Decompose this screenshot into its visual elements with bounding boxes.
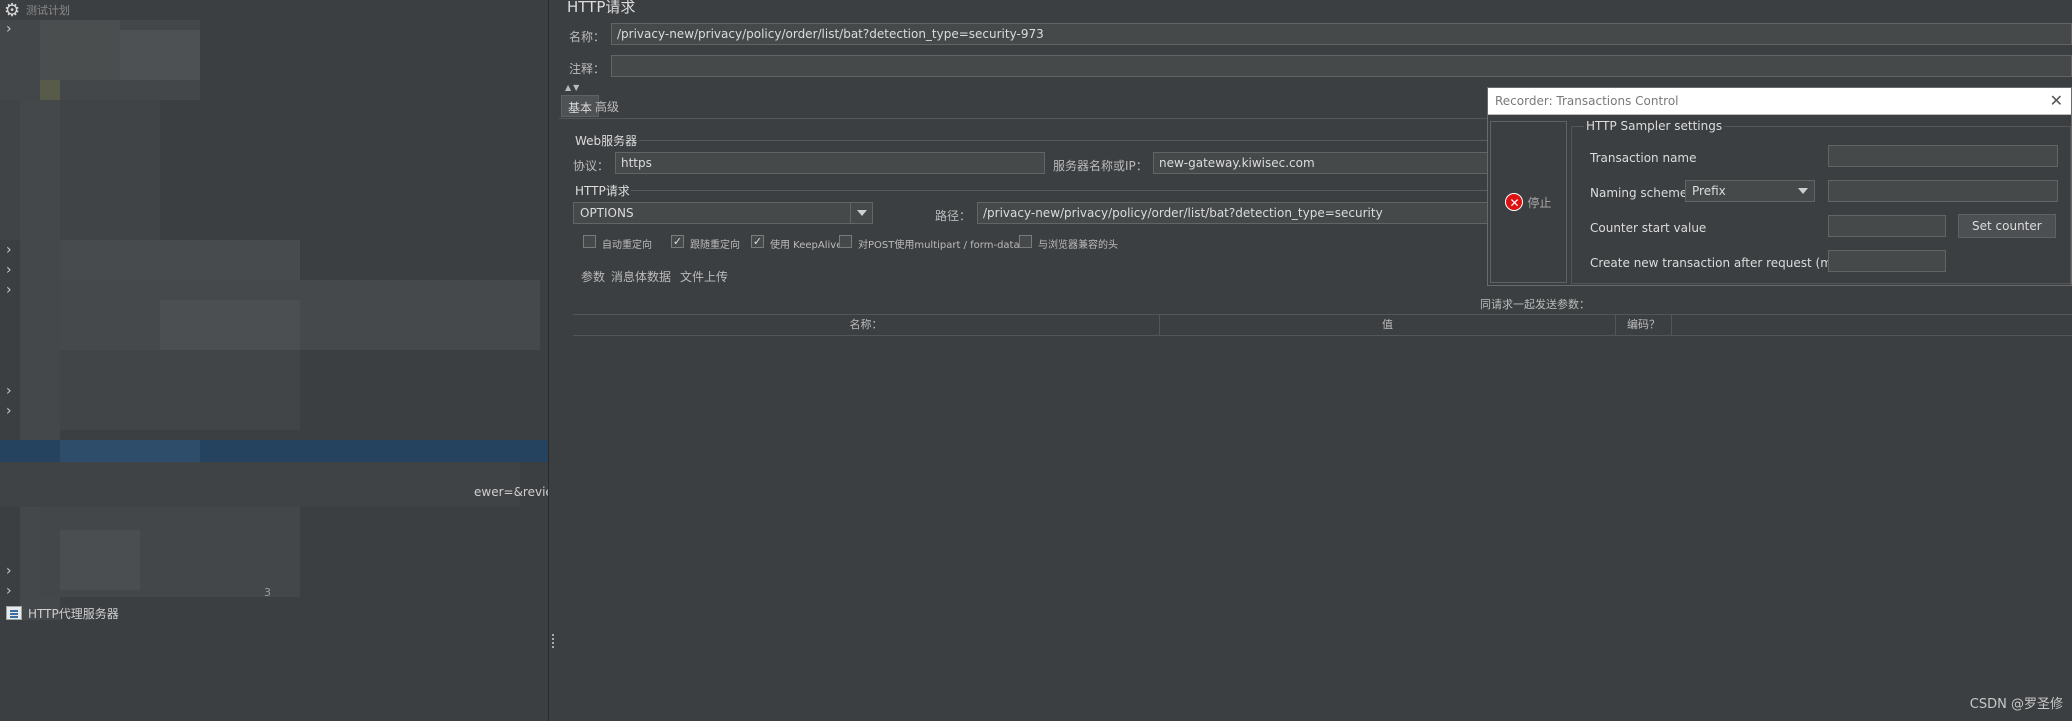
create-after-label: Create new transaction after request (ms…: [1590, 256, 1847, 270]
column-name[interactable]: 名称：: [573, 315, 1160, 335]
protocol-field[interactable]: https: [615, 152, 1045, 174]
pixelated-region: [40, 20, 120, 80]
chevron-right-icon[interactable]: ›: [6, 584, 18, 598]
chevron-right-icon[interactable]: ›: [6, 263, 18, 277]
pixelated-region: [60, 280, 540, 350]
gear-icon: ⚙: [4, 0, 21, 21]
server-field[interactable]: new-gateway.kiwisec.com: [1153, 152, 1493, 174]
test-plan-tree[interactable]: ⚙ 测试计划 › › › › › › › › ewer=&revie 3 HTT…: [0, 0, 548, 721]
counter-start-field[interactable]: [1828, 215, 1946, 237]
counter-start-label: Counter start value: [1590, 221, 1707, 235]
stop-icon: ✕: [1505, 193, 1524, 211]
name-field[interactable]: /privacy-new/privacy/policy/order/list/b…: [611, 23, 2072, 45]
params-table-header: 名称： 值 编码？: [573, 314, 2072, 336]
pixelated-region: [40, 80, 60, 100]
tree-node-label: HTTP代理服务器: [28, 606, 119, 621]
chevron-right-icon[interactable]: ›: [6, 243, 18, 257]
chevron-right-icon[interactable]: ›: [6, 22, 18, 36]
column-value[interactable]: 值: [1160, 315, 1616, 335]
collapse-toggle-icon[interactable]: ▲▼: [565, 83, 581, 92]
tree-node-partial-text[interactable]: ewer=&revie: [474, 485, 548, 499]
tree-root-label[interactable]: 测试计划: [26, 2, 70, 18]
chevron-right-icon[interactable]: ›: [6, 283, 18, 297]
path-label: 路径：: [935, 209, 972, 223]
params-caption: 同请求一起发送参数：: [1480, 298, 1590, 311]
name-label: 名称：: [569, 30, 606, 44]
splitter-grip[interactable]: [552, 634, 554, 648]
set-counter-button[interactable]: Set counter: [1958, 214, 2056, 238]
pixelated-region: [60, 530, 140, 590]
method-select[interactable]: OPTIONS: [573, 202, 873, 224]
tree-node-http-proxy[interactable]: HTTP代理服务器: [6, 604, 119, 622]
page-title: HTTP请求: [567, 0, 636, 16]
recorder-dialog: Recorder: Transactions Control ✕ ✕ 停止 HT…: [1487, 87, 2072, 286]
pixelated-region: [60, 440, 200, 462]
tab-advanced[interactable]: 高级: [589, 95, 625, 117]
follow-redirect-checkbox[interactable]: ✓: [671, 235, 684, 248]
naming-scheme-extra-field[interactable]: [1828, 180, 2058, 202]
pixelated-region: [60, 350, 300, 430]
follow-redirect-label: 跟随重定向: [690, 240, 740, 251]
tree-node-partial-text: 3: [264, 586, 271, 599]
chevron-right-icon[interactable]: ›: [6, 564, 18, 578]
dialog-titlebar[interactable]: Recorder: Transactions Control ✕: [1488, 88, 2071, 115]
auto-redirect-label: 自动重定向: [602, 240, 652, 251]
chevron-down-icon[interactable]: [850, 203, 872, 223]
watermark: CSDN @罗圣修: [1969, 697, 2063, 712]
browser-headers-label: 与浏览器兼容的头: [1038, 240, 1118, 251]
chevron-down-icon[interactable]: [1792, 181, 1814, 201]
create-after-field[interactable]: [1828, 250, 1946, 272]
auto-redirect-checkbox[interactable]: [583, 235, 596, 248]
path-field[interactable]: /privacy-new/privacy/policy/order/list/b…: [977, 202, 1497, 224]
method-select-value: OPTIONS: [580, 206, 634, 220]
multipart-checkbox[interactable]: [839, 235, 852, 248]
multipart-label: 对POST使用multipart / form-data: [858, 240, 1020, 251]
close-icon[interactable]: ✕: [2050, 91, 2063, 110]
naming-scheme-label: Naming scheme: [1590, 186, 1688, 200]
naming-scheme-value: Prefix: [1692, 184, 1726, 198]
stop-button[interactable]: ✕ 停止: [1490, 121, 1567, 283]
comment-label: 注释：: [569, 62, 606, 76]
comment-field[interactable]: [611, 55, 2072, 77]
column-extra[interactable]: [1672, 315, 2072, 335]
tab-parameters[interactable]: 参数: [581, 268, 605, 285]
panel-splitter[interactable]: [548, 0, 558, 721]
chevron-right-icon[interactable]: ›: [6, 384, 18, 398]
keepalive-checkbox[interactable]: ✓: [751, 235, 764, 248]
transaction-name-label: Transaction name: [1590, 151, 1697, 165]
protocol-label: 协议：: [573, 159, 610, 173]
tab-file-upload[interactable]: 文件上传: [680, 268, 728, 285]
pixelated-region: [0, 462, 520, 507]
tab-body-data[interactable]: 消息体数据: [611, 268, 671, 285]
pixelated-region: [60, 240, 300, 280]
server-label: 服务器名称或IP：: [1053, 159, 1148, 173]
pixelated-region: [120, 30, 200, 80]
transaction-name-field[interactable]: [1828, 145, 2058, 167]
web-server-group-title: Web服务器: [575, 134, 638, 148]
dialog-title: Recorder: Transactions Control: [1495, 94, 1679, 108]
http-request-group-title: HTTP请求: [575, 184, 630, 198]
chevron-right-icon[interactable]: ›: [6, 404, 18, 418]
browser-headers-checkbox[interactable]: [1019, 235, 1032, 248]
column-encode[interactable]: 编码？: [1616, 315, 1672, 335]
stop-label: 停止: [1527, 195, 1552, 210]
settings-legend: HTTP Sampler settings: [1584, 119, 1725, 133]
keepalive-label: 使用 KeepAlive: [770, 240, 843, 251]
proxy-server-icon: [6, 606, 22, 620]
naming-scheme-select[interactable]: Prefix: [1685, 180, 1815, 202]
